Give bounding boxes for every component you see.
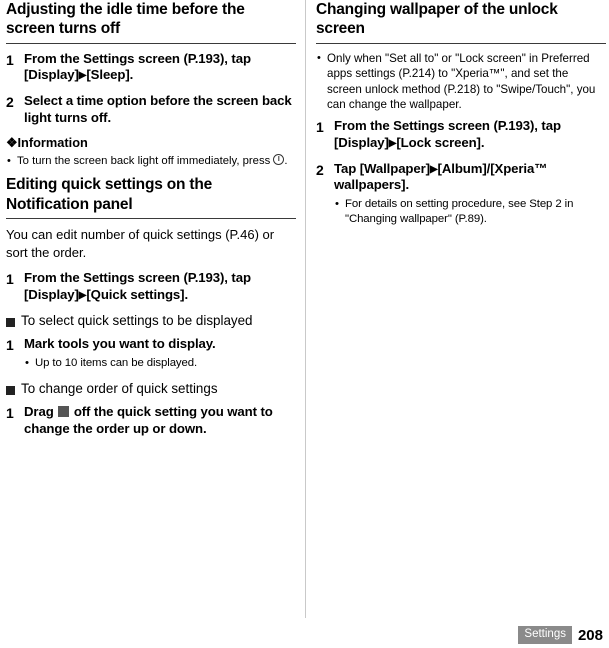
power-button-icon [273,154,285,166]
section-title-wallpaper-unlock: Changing wallpaper of the unlock screen [316,1,558,38]
title-rule [6,42,296,44]
column-divider [305,0,306,618]
step-item: 1 From the Settings screen (P.193), tap … [6,270,296,303]
step-item: 1 From the Settings screen (P.193), tap … [316,118,606,151]
list-item: Only when "Set all to" or "Lock screen" … [316,51,606,113]
step-item: 1 Mark tools you want to display. Up to … [6,336,296,371]
list-item: To turn the screen back light off immedi… [6,154,296,169]
step-sub-bullets: For details on setting procedure, see St… [334,197,606,227]
step-text-part-a: From the Settings screen (P.193), tap [D… [24,50,251,83]
step-text: From the Settings screen (P.193), tap [D… [24,270,296,303]
footer-page-number: 208 [577,627,603,644]
information-bullets: To turn the screen back light off immedi… [6,154,296,169]
step-item: 1 Drag off the quick setting you want to… [6,404,296,437]
step-number: 1 [6,404,14,421]
step-text: From the Settings screen (P.193), tap [D… [24,51,296,84]
drag-handle-icon [58,405,70,417]
list-item: For details on setting procedure, see St… [334,197,606,227]
step-text-part-a: Drag [24,403,54,419]
step-number: 1 [6,51,14,68]
step-item: 2 Select a time option before the screen… [6,93,296,126]
square-bullet-icon [6,385,15,395]
step-text-part-a: Tap [Wallpaper] [334,160,430,176]
section-title-quick-settings: Editing quick settings on the Notificati… [6,176,213,213]
step-item: 2 Tap [Wallpaper]▶[Album]/[Xperia™ wallp… [316,161,606,228]
title-rule [6,218,296,220]
step-number: 2 [316,161,324,178]
step-text: From the Settings screen (P.193), tap [D… [334,118,606,151]
section-body-text: You can edit number of quick settings (P… [6,227,275,260]
bullet-text: To turn the screen back light off immedi… [17,155,271,168]
step-item: 1 From the Settings screen (P.193), tap … [6,51,296,84]
bullet-text-tail: . [284,155,288,168]
step-number: 1 [6,337,14,354]
step-text-part-a: Mark tools you want to display. [24,336,216,352]
step-text-part-b: [Sleep]. [86,67,134,83]
information-heading: ❖Information [6,135,88,151]
step-text-part-a: Select a time option before the screen b… [24,93,292,125]
subheading-select-quick-settings: To select quick settings to be displayed [6,313,296,328]
step-number: 2 [6,94,14,110]
step-number: 1 [6,270,14,287]
subheading-label: To change order of quick settings [21,380,218,396]
list-item: Up to 10 items can be displayed. [24,356,296,371]
step-text: Mark tools you want to display. Up to 10… [24,336,296,371]
left-column: Adjusting the idle time before the scree… [6,0,296,446]
footer-chapter-label: Settings [518,626,572,644]
step-number: 1 [316,119,324,136]
step-sub-bullets: Up to 10 items can be displayed. [24,356,296,371]
subheading-label: To select quick settings to be displayed [21,313,253,329]
step-text: Drag off the quick setting you want to c… [24,404,296,437]
step-text-part-b: [Quick settings]. [86,286,189,302]
subheading-change-order: To change order of quick settings [6,381,296,396]
step-text-part-b: [Lock screen]. [396,135,485,150]
arrow-icon: ▶ [429,163,438,175]
manual-page: Adjusting the idle time before the scree… [0,0,609,648]
section-bullets: Only when "Set all to" or "Lock screen" … [316,51,606,113]
right-column: Changing wallpaper of the unlock screen … [316,0,606,236]
step-text: Tap [Wallpaper]▶[Album]/[Xperia™ wallpap… [334,161,606,228]
title-rule [316,42,606,44]
square-bullet-icon [6,318,15,328]
page-footer: Settings 208 [518,626,603,644]
step-text: Select a time option before the screen b… [24,93,296,126]
section-title-idle-time: Adjusting the idle time before the scree… [6,1,245,38]
